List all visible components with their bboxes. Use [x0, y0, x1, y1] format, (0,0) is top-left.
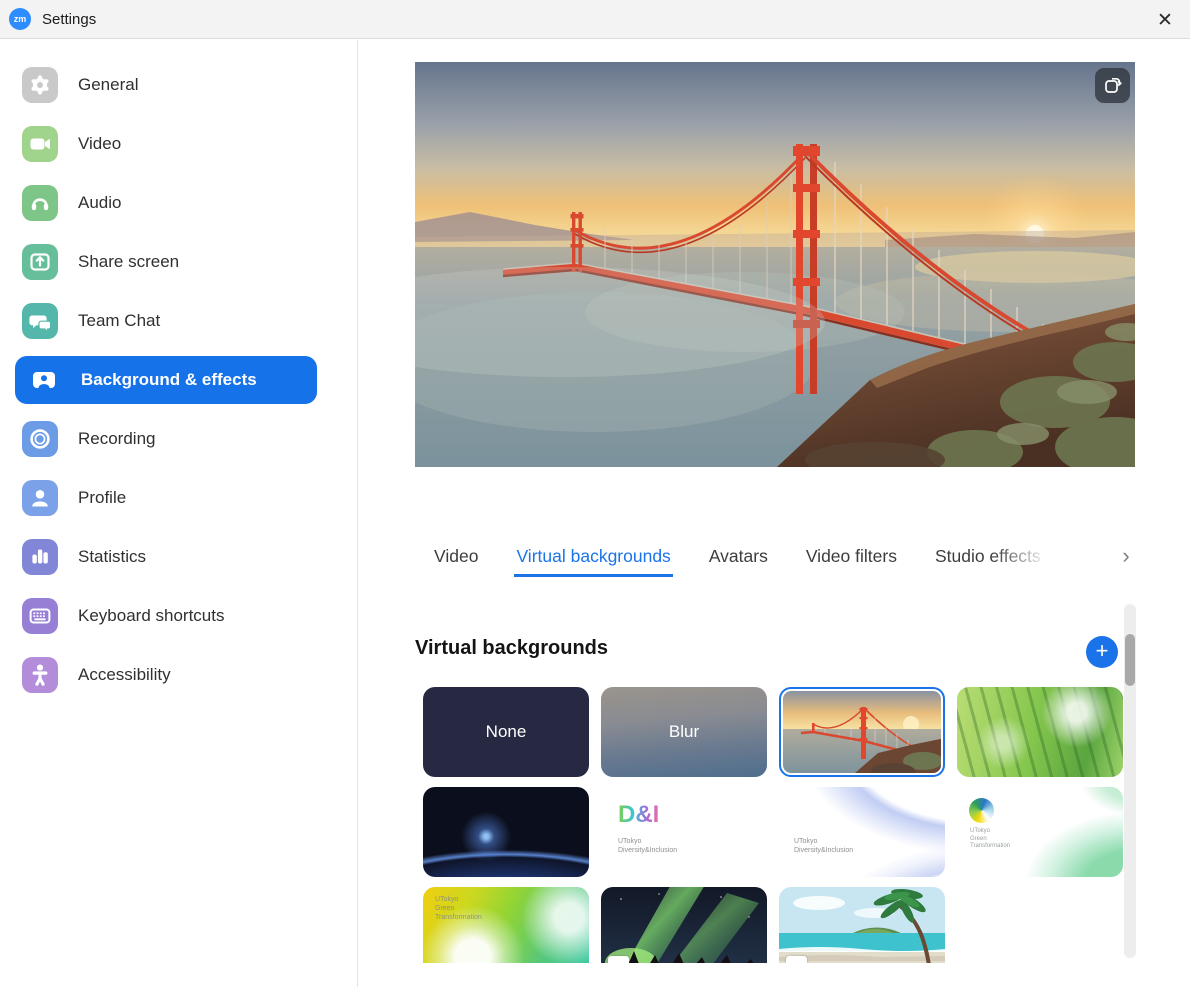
- tile-yellow-green-abstract[interactable]: UTokyo Green Transformation: [423, 887, 589, 963]
- tile-beach[interactable]: [779, 887, 945, 963]
- sidebar-item-label: Accessibility: [78, 665, 171, 685]
- tile-sub-text: Diversity&Inclusion: [618, 846, 677, 855]
- tile-aurora[interactable]: [601, 887, 767, 963]
- tile-sub-text: Transformation: [435, 913, 482, 922]
- tile-earth[interactable]: [423, 787, 589, 877]
- sidebar-item-audio[interactable]: Audio: [0, 173, 357, 232]
- sidebar-item-label: Share screen: [78, 252, 179, 272]
- sidebar-item-accessibility[interactable]: Accessibility: [0, 645, 357, 704]
- tile-blur[interactable]: Blur: [601, 687, 767, 777]
- background-preview-image: [415, 62, 1135, 467]
- tile-sub-text: UTokyo: [435, 895, 458, 904]
- tile-sub-text: Transformation: [970, 843, 1010, 851]
- grid-scrollbar[interactable]: [1124, 604, 1136, 958]
- accessibility-person-icon: [22, 657, 58, 693]
- tile-label: Blur: [601, 687, 767, 777]
- tile-sub-text: Diversity&Inclusion: [794, 846, 853, 855]
- add-background-button[interactable]: +: [1086, 636, 1118, 668]
- tab-studio-effects[interactable]: Studio effects: [933, 542, 1043, 577]
- sidebar-item-label: Recording: [78, 429, 156, 449]
- section-title: Virtual backgrounds: [415, 637, 608, 660]
- tab-video[interactable]: Video: [432, 542, 480, 577]
- sidebar-item-background-effects[interactable]: Background & effects: [0, 350, 357, 409]
- tab-video-filters[interactable]: Video filters: [804, 542, 899, 577]
- aurora-thumbnail: [601, 887, 767, 963]
- tile-golden-gate-selected[interactable]: [779, 687, 945, 777]
- window-title: Settings: [42, 11, 96, 28]
- tile-utokyo-diversity-inclusion[interactable]: D&I UTokyo Diversity&Inclusion: [601, 787, 767, 877]
- tile-sub-text: UTokyo: [970, 828, 990, 836]
- sidebar-item-label: General: [78, 75, 138, 95]
- video-background-badge: [786, 956, 807, 963]
- tile-sub-text: UTokyo: [794, 837, 817, 846]
- tile-sub-text: Green: [435, 904, 454, 913]
- tab-avatars[interactable]: Avatars: [707, 542, 770, 577]
- video-background-badge: [608, 956, 629, 963]
- sidebar-item-recording[interactable]: Recording: [0, 409, 357, 468]
- sidebar-item-video[interactable]: Video: [0, 114, 357, 173]
- tile-sub-text: UTokyo: [618, 837, 641, 846]
- chevron-right-icon[interactable]: ›: [1115, 543, 1137, 569]
- selected-pill: Background & effects: [15, 356, 317, 404]
- background-effects-icon: [31, 367, 57, 393]
- virtual-backgrounds-grid: None Blur: [423, 687, 1126, 963]
- sidebar-item-profile[interactable]: Profile: [0, 468, 357, 527]
- bar-chart-icon: [22, 539, 58, 575]
- background-effects-tabs: Video Virtual backgrounds Avatars Video …: [432, 542, 1043, 577]
- sidebar-item-label: Statistics: [78, 547, 146, 567]
- tile-dni-title: D&I: [618, 801, 659, 829]
- utokyo-gx-logo-icon: [969, 798, 994, 823]
- sidebar-item-team-chat[interactable]: Team Chat: [0, 291, 357, 350]
- grid-scrollbar-thumb[interactable]: [1125, 634, 1135, 686]
- tile-utokyo-green-transformation[interactable]: UTokyo Green Transformation: [957, 787, 1123, 877]
- sidebar-item-share-screen[interactable]: Share screen: [0, 232, 357, 291]
- sidebar-item-label: Team Chat: [78, 311, 160, 331]
- sidebar-item-general[interactable]: General: [0, 55, 357, 114]
- rotate-preview-button[interactable]: [1095, 68, 1130, 103]
- rotate-icon: [1103, 76, 1123, 96]
- close-icon[interactable]: ✕: [1150, 5, 1180, 35]
- sidebar-item-statistics[interactable]: Statistics: [0, 527, 357, 586]
- video-camera-icon: [22, 126, 58, 162]
- record-circle-icon: [22, 421, 58, 457]
- person-icon: [22, 480, 58, 516]
- beach-thumbnail: [779, 887, 945, 963]
- sidebar-item-keyboard-shortcuts[interactable]: Keyboard shortcuts: [0, 586, 357, 645]
- sidebar-item-label: Audio: [78, 193, 121, 213]
- sidebar-item-label: Keyboard shortcuts: [78, 606, 224, 626]
- tile-utokyo-wave[interactable]: UTokyo Diversity&Inclusion: [779, 787, 945, 877]
- tab-virtual-backgrounds[interactable]: Virtual backgrounds: [514, 542, 672, 577]
- sidebar-item-label: Background & effects: [81, 370, 257, 390]
- gear-icon: [22, 67, 58, 103]
- tile-label: None: [423, 687, 589, 777]
- sidebar-item-label: Video: [78, 134, 121, 154]
- sidebar-item-label: Profile: [78, 488, 126, 508]
- tile-none[interactable]: None: [423, 687, 589, 777]
- chat-bubbles-icon: [22, 303, 58, 339]
- tile-grass[interactable]: [957, 687, 1123, 777]
- titlebar: zm Settings ✕: [0, 0, 1190, 39]
- golden-gate-thumbnail: [783, 691, 941, 773]
- tile-sub-text: Green: [970, 836, 987, 844]
- zoom-logo-icon: zm: [9, 8, 31, 30]
- keyboard-icon: [22, 598, 58, 634]
- settings-sidebar: General Video Audio Share screen: [0, 40, 358, 987]
- headphones-icon: [22, 185, 58, 221]
- share-screen-icon: [22, 244, 58, 280]
